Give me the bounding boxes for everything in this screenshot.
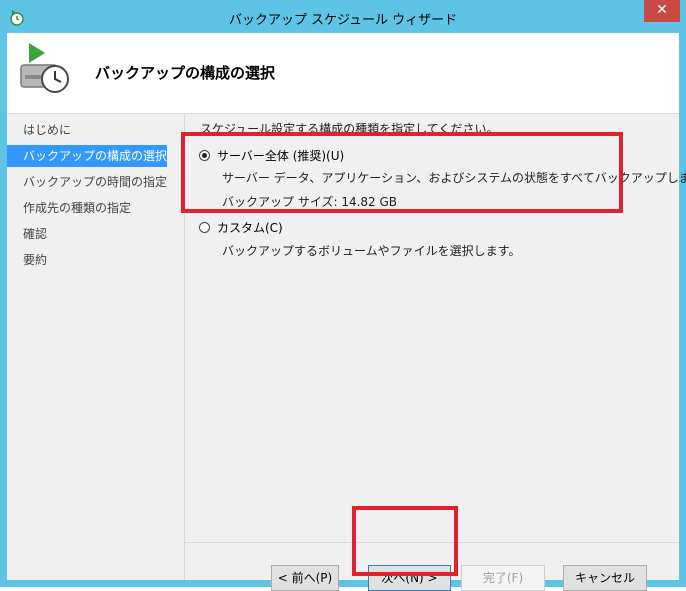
step-introduction[interactable]: はじめに [7,119,167,141]
step-select-configuration[interactable]: バックアップの構成の選択 [7,145,167,167]
step-confirmation[interactable]: 確認 [7,223,167,245]
step-specify-time[interactable]: バックアップの時間の指定 [7,171,167,193]
back-button[interactable]: < 前へ(P) [271,565,339,591]
step-destination-type[interactable]: 作成先の種類の指定 [7,197,167,219]
wizard-steps-sidebar: はじめに バックアップの構成の選択 バックアップの時間の指定 作成先の種類の指定… [7,114,185,580]
wizard-client-area: バックアップの構成の選択 はじめに バックアップの構成の選択 バックアップの時間… [7,33,686,591]
wizard-header: バックアップの構成の選択 [7,33,679,114]
window-title: バックアップ スケジュール ウィザード [228,13,458,28]
close-button[interactable]: ✕ [644,0,680,22]
page-title: バックアップの構成の選択 [95,64,276,82]
title-bar[interactable]: バックアップ スケジュール ウィザード ✕ [0,0,686,33]
cancel-button[interactable]: キャンセル [563,565,647,591]
finish-button[interactable]: 完了(F) [461,565,545,591]
wizard-window: バックアップ スケジュール ウィザード ✕ バックアップの構成の選択 はじめに … [0,0,686,591]
custom-label[interactable]: カスタム(C) [217,219,283,236]
full-server-highlight [181,132,623,213]
custom-description: バックアップするボリュームやファイルを選択します。 [222,244,521,258]
backup-schedule-icon [20,43,69,93]
custom-radio[interactable] [199,222,210,233]
step-summary[interactable]: 要約 [7,249,167,271]
next-button-highlight [352,506,458,576]
